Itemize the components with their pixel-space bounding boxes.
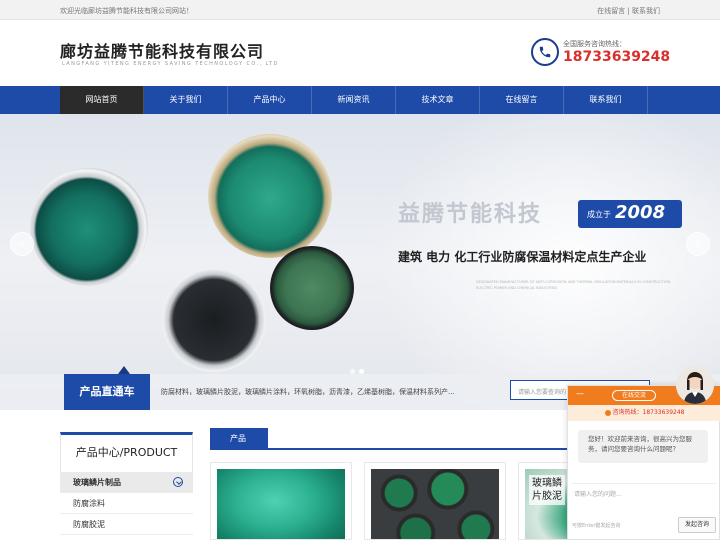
top-links: 在线留言 | 联系我们 xyxy=(597,6,660,16)
product-card[interactable] xyxy=(364,462,506,540)
banner-fine-print: DESIGNATED MANUFACTURER OF ANTI-CORROSIO… xyxy=(476,280,672,290)
sidebar-list: 玻璃鳞片制品 防腐涂料 防腐胶泥 xyxy=(60,472,193,535)
paint-can-image xyxy=(208,134,332,258)
product-tab[interactable]: 产品 xyxy=(210,428,268,450)
strip-flag xyxy=(118,366,130,374)
chat-hotline-text: 咨询热线：18733639248 xyxy=(612,409,685,416)
chat-hotline: 咨询热线：18733639248 xyxy=(568,405,720,421)
product-image xyxy=(217,469,345,539)
founded-year: 2008 xyxy=(615,202,666,223)
sidebar-item-label: 防腐胶泥 xyxy=(73,520,105,529)
sidebar-item-glass-flake[interactable]: 玻璃鳞片制品 xyxy=(60,472,193,493)
chat-send-button[interactable]: 发起咨询 xyxy=(678,517,716,533)
agent-avatar[interactable] xyxy=(676,366,714,404)
chat-input[interactable]: 请输入您的问题... xyxy=(572,483,717,505)
phone-icon xyxy=(531,38,559,66)
sidebar-item-label: 防腐涂料 xyxy=(73,499,105,508)
chat-status: 在线交流 xyxy=(612,390,656,401)
chat-welcome-message: 您好！欢迎前来咨询，很高兴为您服务，请问您要咨询什么问题呢？ xyxy=(578,430,708,463)
company-name-en: LANGFANG YITENG ENERGY SAVING TECHNOLOGY… xyxy=(62,61,279,67)
banner-prev-arrow[interactable]: ‹ xyxy=(10,232,34,256)
chevron-down-icon[interactable] xyxy=(173,477,183,487)
quicklinks-label: 产品直通车 xyxy=(64,374,150,410)
product-overlay-text: 玻璃鳞 片胶泥 xyxy=(529,475,565,505)
top-bar: 欢迎光临廊坊益腾节能科技有限公司网站！ 在线留言 | 联系我们 xyxy=(0,0,720,20)
top-link-contact[interactable]: 联系我们 xyxy=(632,7,660,15)
hero-banner: ‹ › 益腾节能科技 成立于 2008 建筑 电力 化工行业防腐保温材料定点生产… xyxy=(0,114,720,410)
chat-widget: — 在线交流 咨询热线：18733639248 您好！欢迎前来咨询，很高兴为您服… xyxy=(567,385,720,540)
sidebar-item-anticorrosion-coating[interactable]: 防腐涂料 xyxy=(60,493,193,514)
hotline-label: 全国服务咨询热线： xyxy=(563,40,626,48)
nav-item-4[interactable]: 技术文章 xyxy=(396,86,480,114)
site-header: 廊坊益腾节能科技有限公司 LANGFANG YITENG ENERGY SAVI… xyxy=(0,20,720,86)
banner-slogan: 建筑 电力 化工行业防腐保温材料定点生产企业 xyxy=(398,250,647,264)
nav-item-3[interactable]: 新闻资讯 xyxy=(312,86,396,114)
founded-label: 成立于 xyxy=(587,210,611,219)
nav-item-2[interactable]: 产品中心 xyxy=(228,86,312,114)
top-link-message[interactable]: 在线留言 xyxy=(597,7,625,15)
founded-badge: 成立于 2008 xyxy=(578,200,682,228)
sidebar-item-label: 玻璃鳞片制品 xyxy=(73,478,121,487)
paint-can-image xyxy=(162,268,266,372)
banner-next-arrow[interactable]: › xyxy=(686,232,710,256)
main-nav: 网站首页 关于我们 产品中心 新闻资讯 技术文章 在线留言 联系我们 xyxy=(0,86,720,114)
paint-can-image xyxy=(30,168,148,286)
chat-minimize-button[interactable]: — xyxy=(576,389,584,398)
paint-can-image xyxy=(270,246,354,330)
company-name[interactable]: 廊坊益腾节能科技有限公司 xyxy=(60,38,264,62)
nav-item-1[interactable]: 关于我们 xyxy=(144,86,228,114)
nav-item-6[interactable]: 联系我们 xyxy=(564,86,648,114)
top-link-separator: | xyxy=(627,7,630,15)
sidebar-item-anticorrosion-cement[interactable]: 防腐胶泥 xyxy=(60,514,193,535)
nav-item-0[interactable]: 网站首页 xyxy=(60,86,144,114)
hotline-number: 18733639248 xyxy=(563,49,671,65)
phone-icon xyxy=(604,409,611,416)
quicklinks-keywords[interactable]: 防腐材料，玻璃鳞片胶泥，玻璃鳞片涂料，环氧树脂，沥青漆，乙烯基树脂，保温材料系列… xyxy=(161,387,455,397)
product-image xyxy=(371,469,499,539)
product-card[interactable] xyxy=(210,462,352,540)
sidebar-title: 产品中心/PRODUCT xyxy=(60,432,193,472)
welcome-text: 欢迎光临廊坊益腾节能科技有限公司网站！ xyxy=(60,7,193,15)
chat-enter-hint: 可按Enter键发起咨询 xyxy=(572,523,621,529)
banner-title: 益腾节能科技 xyxy=(398,202,543,227)
nav-item-5[interactable]: 在线留言 xyxy=(480,86,564,114)
product-section-header: 产品 xyxy=(210,428,570,450)
